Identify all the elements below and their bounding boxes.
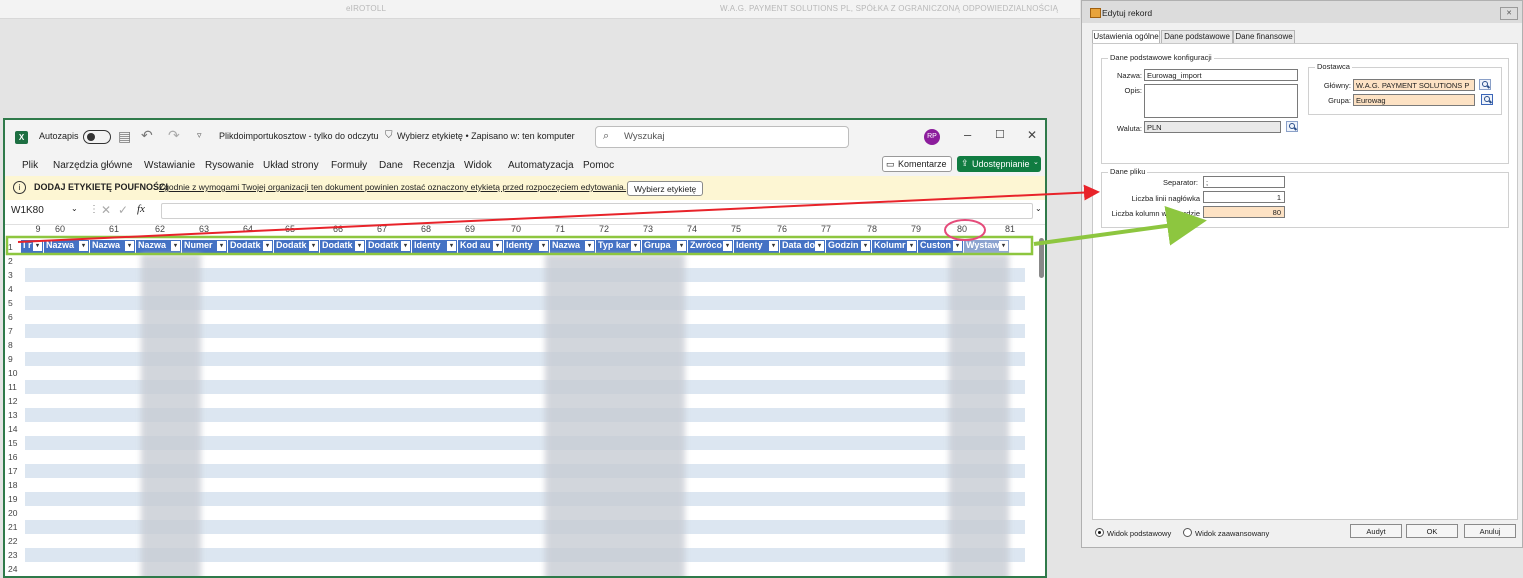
green-arrow [1033,205,1207,246]
header-row-highlight [5,235,1034,256]
red-arrow [17,184,1100,243]
annotation-overlay [5,184,1207,256]
